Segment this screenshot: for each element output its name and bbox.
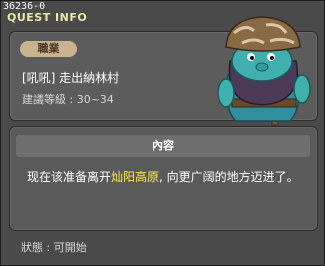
content-heading: 內容 <box>16 135 310 157</box>
npc-portrait <box>217 16 311 126</box>
quest-info-window: 36236-0 QUEST INFO 職業 [吼吼] 走出納林村 建議等級 : … <box>0 0 325 266</box>
quest-status: 狀態 : 可開始 <box>21 241 87 254</box>
location-highlight: 灿阳高原 <box>111 170 160 184</box>
description-text: 现在该准备离开 <box>27 170 112 184</box>
recommended-level: 建議等級 : 30~34 <box>22 93 114 106</box>
window-title: QUEST INFO <box>7 11 88 24</box>
job-badge: 職業 <box>20 41 77 57</box>
description-text-end: , 向更广阔的地方迈进了。 <box>159 170 299 184</box>
quest-name: [吼吼] 走出納林村 <box>22 71 120 85</box>
quest-description: 现在该准备离开灿阳高原, 向更广阔的地方迈进了。 <box>27 167 305 187</box>
